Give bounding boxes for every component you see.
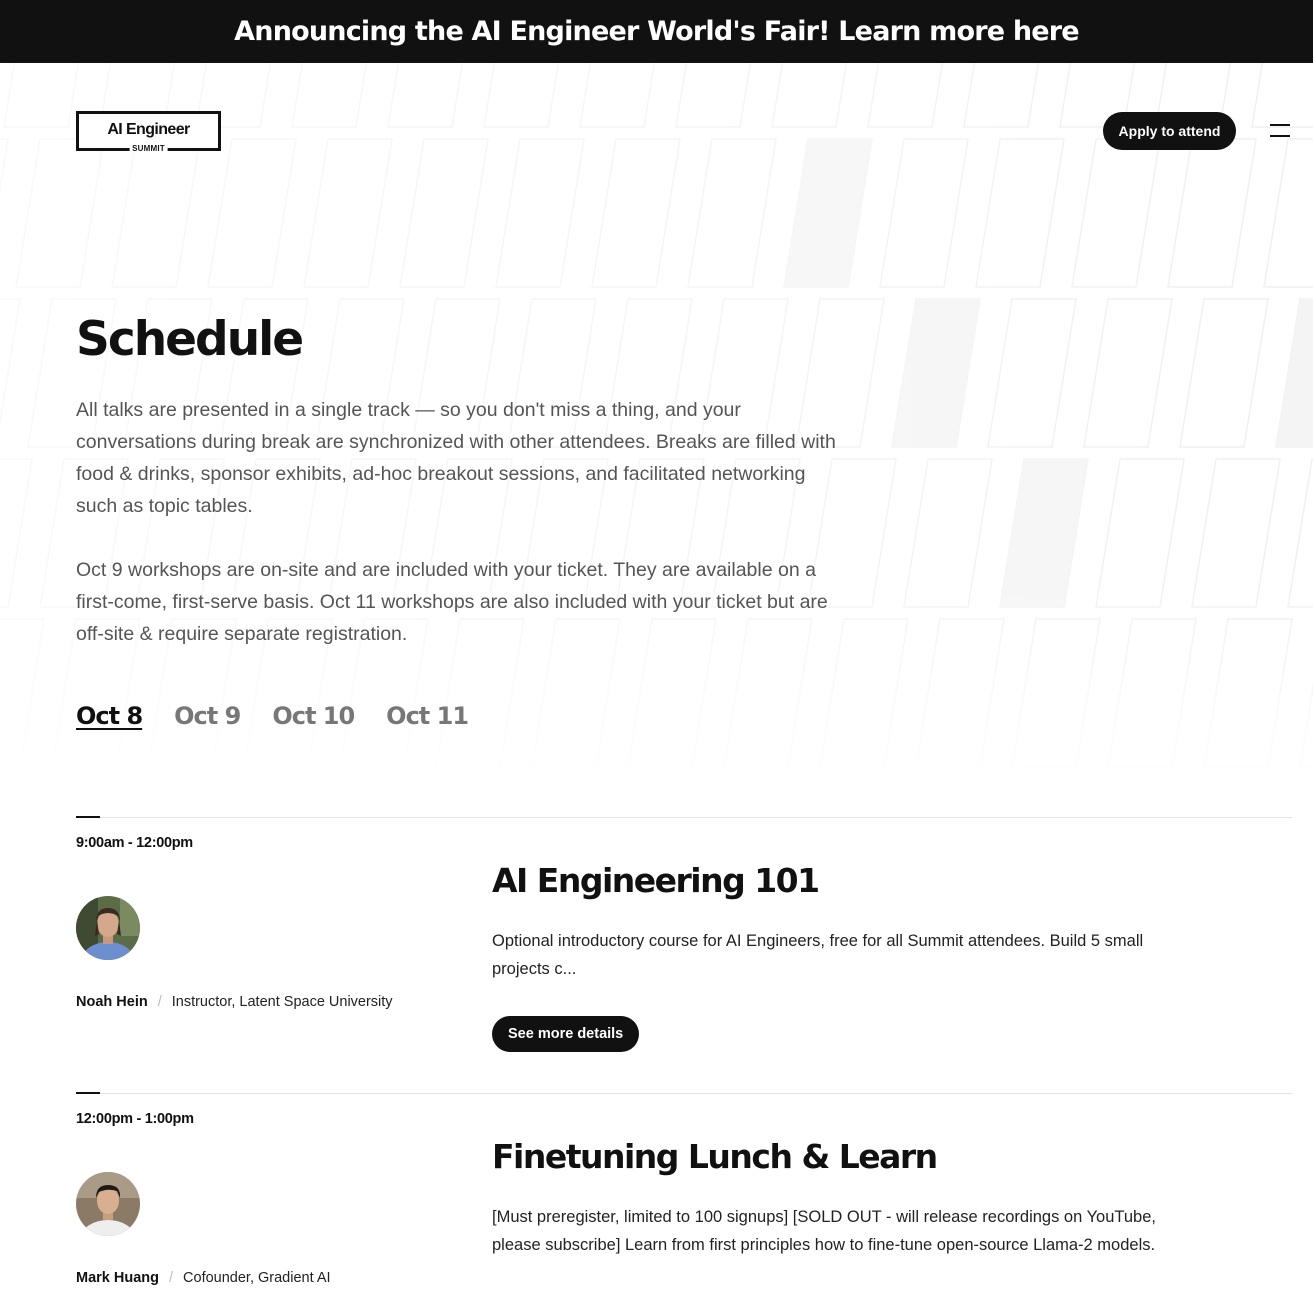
pattern-shade — [784, 139, 872, 287]
pattern-cell — [975, 138, 1065, 288]
tab-oct-11[interactable]: Oct 11 — [386, 700, 469, 732]
pattern-shade — [1276, 299, 1313, 447]
logo-subtitle: SUMMIT — [129, 144, 168, 153]
pattern-cell — [303, 138, 393, 288]
session-divider-accent — [76, 1092, 100, 1094]
pattern-cell — [579, 63, 656, 128]
speaker-avatar — [76, 896, 140, 960]
pattern-cell — [0, 138, 9, 194]
pattern-cell — [999, 458, 1089, 608]
pattern-cell — [687, 138, 777, 288]
pattern-cell — [963, 63, 1040, 128]
speaker-name: Noah Hein — [76, 994, 148, 1010]
session-divider — [76, 1093, 1292, 1094]
pattern-cell — [207, 138, 297, 288]
session-time: 9:00am - 12:00pm — [76, 835, 193, 851]
pattern-shade — [892, 299, 980, 447]
pattern-cell — [1107, 618, 1197, 768]
pattern-cell — [903, 458, 993, 608]
speaker-role: Instructor, Latent Space University — [171, 994, 393, 1010]
tab-oct-8[interactable]: Oct 8 — [76, 700, 143, 732]
tab-oct-9[interactable]: Oct 9 — [174, 700, 241, 732]
intro-paragraph-tracks: All talks are presented in a single trac… — [76, 399, 836, 517]
pattern-cell — [867, 63, 944, 128]
pattern-cell — [879, 138, 969, 288]
pattern-cell — [675, 63, 752, 128]
pattern-cell — [891, 298, 981, 448]
session-time: 12:00pm - 1:00pm — [76, 1111, 194, 1127]
page-title: Schedule — [76, 312, 304, 367]
session-description: Optional introductory course for AI Engi… — [492, 932, 1144, 978]
pattern-cell — [387, 63, 464, 128]
pattern-cell — [0, 298, 21, 428]
hamburger-menu-icon[interactable] — [1266, 120, 1294, 142]
pattern-cell — [987, 298, 1077, 448]
pattern-cell — [1251, 63, 1313, 128]
pattern-cell — [1179, 298, 1269, 448]
pattern-cell — [483, 63, 560, 128]
announcement-banner[interactable]: Announcing the AI Engineer World's Fair!… — [0, 0, 1313, 63]
speaker-avatar — [76, 1172, 140, 1236]
pattern-cell — [1263, 138, 1313, 288]
pattern-cell — [1203, 618, 1293, 768]
pattern-cell — [111, 138, 201, 288]
pattern-cell — [0, 618, 45, 768]
speaker-separator: / — [157, 994, 162, 1010]
intro-paragraph-workshops: Oct 9 workshops are on-site and are incl… — [76, 559, 828, 645]
see-more-details-button[interactable]: See more details — [492, 1016, 640, 1052]
schedule-session: 9:00am - 12:00pm Noah Hein / Instructor, L… — [76, 816, 1292, 1093]
menu-line-bottom — [1270, 135, 1290, 137]
pattern-cell — [0, 458, 33, 608]
logo-wordmark: AI Engineer — [107, 121, 190, 138]
pattern-cell — [1071, 138, 1161, 288]
pattern-cell — [1191, 458, 1281, 608]
pattern-cell — [771, 63, 848, 128]
session-title: AI Engineering 101 — [492, 861, 820, 900]
pattern-cell — [1083, 298, 1173, 448]
pattern-cell — [1287, 458, 1313, 608]
ai-engineer-summit-logo[interactable]: AI Engineer SUMMIT — [76, 111, 221, 153]
pattern-cell — [783, 138, 873, 288]
pattern-cell — [1167, 138, 1257, 288]
pattern-cell — [1011, 618, 1101, 768]
pattern-cell — [1299, 682, 1313, 768]
speaker-info: Noah Hein / Instructor, Latent Space Unive… — [76, 994, 393, 1010]
speaker-separator: / — [169, 1270, 174, 1286]
pattern-cell — [1095, 458, 1185, 608]
session-description: [Must preregister, limited to 100 signup… — [492, 1208, 1156, 1254]
speaker-info: Mark Huang / Cofounder, Gradient AI — [76, 1270, 331, 1286]
pattern-shade — [1000, 459, 1088, 607]
tab-oct-10[interactable]: Oct 10 — [272, 700, 355, 732]
speaker-name: Mark Huang — [76, 1270, 159, 1286]
session-divider-accent — [76, 816, 100, 818]
session-title: Finetuning Lunch & Learn — [492, 1137, 938, 1176]
pattern-cell — [915, 618, 1005, 768]
pattern-cell — [1275, 298, 1313, 448]
speaker-role: Cofounder, Gradient AI — [183, 1270, 331, 1286]
pattern-cell — [291, 63, 368, 128]
session-divider — [76, 817, 1292, 818]
pattern-cell — [399, 138, 489, 288]
date-tabs: Oct 8 Oct 9 Oct 10 Oct 11 — [76, 700, 469, 732]
schedule-session: 12:00pm - 1:00pm Mark Huang / Cofounder, G… — [76, 1092, 1292, 1298]
pattern-cell — [15, 138, 105, 288]
menu-line-top — [1270, 124, 1290, 126]
pattern-cell — [495, 138, 585, 288]
apply-to-attend-button[interactable]: Apply to attend — [1103, 112, 1236, 150]
pattern-cell — [591, 138, 681, 288]
